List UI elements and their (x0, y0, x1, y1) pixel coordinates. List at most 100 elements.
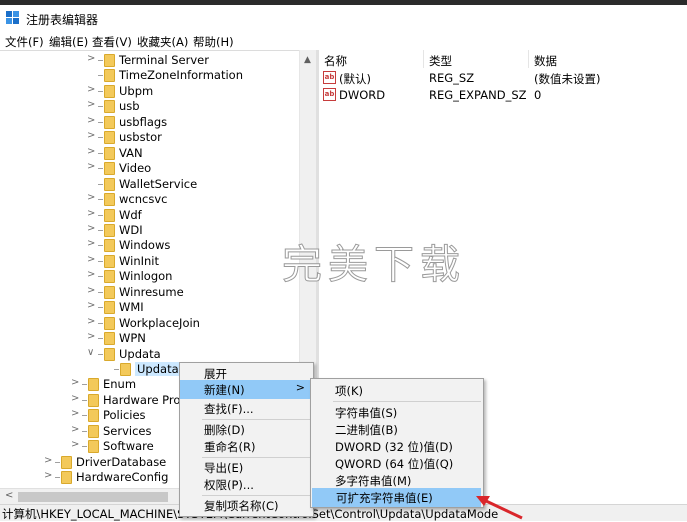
list-item[interactable]: ab (默认) REG_SZ (数值未设置) (319, 70, 687, 86)
expand-chevron-icon[interactable]: > (71, 377, 79, 388)
tree-node-label: Services (103, 423, 152, 438)
tree-node-label: Wdf (119, 207, 142, 222)
expand-chevron-icon[interactable]: > (87, 84, 95, 95)
expand-chevron-icon[interactable]: > (87, 238, 95, 249)
tree-connector (98, 229, 103, 231)
tree-node-label: HardwareConfig (76, 470, 169, 485)
expand-chevron-icon[interactable]: > (87, 223, 95, 234)
menu-file[interactable]: 文件(F) (5, 34, 44, 50)
folder-icon (88, 378, 99, 392)
tree-connector (114, 369, 119, 370)
context-menu: 展开 新建(N) > 查找(F)... 删除(D) 重命名(R) 导出(E) 权… (179, 362, 314, 517)
column-header-data[interactable]: 数据 (534, 53, 557, 69)
new-submenu: 项(K) 字符串值(S) 二进制值(B) DWORD (32 位)值(D) QW… (310, 378, 484, 508)
tree-connector (55, 477, 60, 479)
tree-connector (98, 307, 103, 309)
context-item-copy-key-name[interactable]: 复制项名称(C) (180, 496, 313, 515)
menu-favorites[interactable]: 收藏夹(A) (137, 34, 188, 50)
menu-edit[interactable]: 编辑(E) (49, 34, 88, 50)
folder-icon (104, 69, 115, 83)
expand-chevron-icon[interactable]: > (87, 331, 95, 342)
context-item-rename[interactable]: 重命名(R) (180, 437, 313, 456)
folder-icon (104, 54, 115, 67)
value-name: DWORD (339, 88, 386, 102)
folder-icon (104, 254, 115, 268)
expand-chevron-icon[interactable]: > (87, 53, 95, 64)
tree-connector (98, 137, 103, 139)
folder-icon (61, 471, 72, 485)
context-item-new[interactable]: 新建(N) > (180, 380, 313, 399)
expand-chevron-icon[interactable]: > (87, 254, 95, 265)
tree-connector (82, 446, 87, 448)
submenu-item-expandable-string[interactable]: 可扩充字符串值(E) (312, 488, 481, 507)
expand-chevron-icon[interactable]: ∨ (87, 347, 95, 358)
string-value-icon: ab (323, 88, 336, 101)
expand-chevron-icon[interactable]: > (87, 161, 95, 172)
column-divider[interactable] (528, 50, 529, 68)
string-value-icon: ab (323, 71, 336, 84)
expand-chevron-icon[interactable]: > (87, 192, 95, 203)
folder-icon (104, 177, 115, 191)
scroll-left-icon[interactable]: < (5, 490, 13, 501)
tree-connector (98, 291, 103, 293)
tree-connector (98, 214, 103, 216)
tree-connector (98, 60, 103, 61)
list-item[interactable]: ab DWORD REG_EXPAND_SZ 0 (319, 87, 687, 103)
value-data: (数值未设置) (534, 72, 601, 86)
tree-connector (98, 152, 103, 154)
expand-chevron-icon[interactable]: > (44, 470, 52, 481)
expand-chevron-icon[interactable]: > (87, 269, 95, 280)
watermark-text: 完美下载 (282, 242, 466, 289)
tree-node-label: Terminal Server (119, 53, 209, 67)
menu-bar: 文件(F) 编辑(E) 查看(V) 收藏夹(A) 帮助(H) (0, 31, 687, 51)
folder-icon (104, 193, 115, 206)
tree-node-label: WDI (119, 222, 143, 237)
context-item-find[interactable]: 查找(F)... (180, 399, 313, 418)
tree-node-label: Windows (119, 238, 171, 253)
scroll-thumb[interactable] (18, 492, 168, 502)
column-header-type[interactable]: 类型 (429, 53, 452, 69)
tree-node-label: usb (119, 99, 140, 114)
expand-chevron-icon[interactable]: > (87, 208, 95, 219)
expand-chevron-icon[interactable]: > (87, 285, 95, 296)
folder-icon (104, 347, 115, 361)
expand-chevron-icon[interactable]: > (87, 130, 95, 141)
expand-chevron-icon[interactable]: > (87, 115, 95, 126)
expand-chevron-icon[interactable]: > (71, 393, 79, 404)
tree-node-label: Updata (119, 346, 161, 361)
submenu-item-key[interactable]: 项(K) (311, 381, 483, 400)
expand-chevron-icon[interactable]: > (71, 424, 79, 435)
expand-chevron-icon[interactable]: > (87, 99, 95, 110)
expand-chevron-icon[interactable]: > (71, 439, 79, 450)
tree-connector (98, 199, 103, 200)
menu-view[interactable]: 查看(V) (92, 34, 132, 50)
tree-connector (98, 106, 103, 108)
column-divider[interactable] (423, 50, 424, 68)
tree-node-label: Winlogon (119, 269, 173, 284)
menu-separator (333, 401, 481, 402)
expand-chevron-icon[interactable]: > (87, 300, 95, 311)
expand-chevron-icon[interactable]: > (71, 408, 79, 419)
tree-node-label: Software (103, 439, 154, 454)
value-name: (默认) (339, 72, 371, 86)
expand-chevron-icon[interactable]: > (87, 146, 95, 157)
tree-connector (82, 430, 87, 432)
folder-icon (104, 115, 115, 129)
tree-node-label: Video (119, 161, 152, 176)
tree-connector (82, 415, 87, 417)
folder-icon (104, 162, 115, 176)
window-title: 注册表编辑器 (26, 13, 99, 27)
column-header-name[interactable]: 名称 (324, 53, 347, 69)
scroll-up-icon[interactable]: ▲ (304, 55, 311, 65)
expand-chevron-icon[interactable]: > (44, 455, 52, 466)
expand-chevron-icon[interactable]: > (87, 316, 95, 327)
context-item-permissions[interactable]: 权限(P)... (180, 475, 313, 494)
tree-connector (98, 353, 103, 355)
folder-icon (104, 100, 115, 114)
menu-help[interactable]: 帮助(H) (193, 34, 234, 50)
tree-connector (98, 75, 103, 77)
value-type: REG_SZ (429, 71, 475, 85)
tree-node-label: Winresume (119, 284, 184, 299)
folder-icon (104, 301, 115, 315)
submenu-arrow-icon: > (295, 381, 305, 394)
